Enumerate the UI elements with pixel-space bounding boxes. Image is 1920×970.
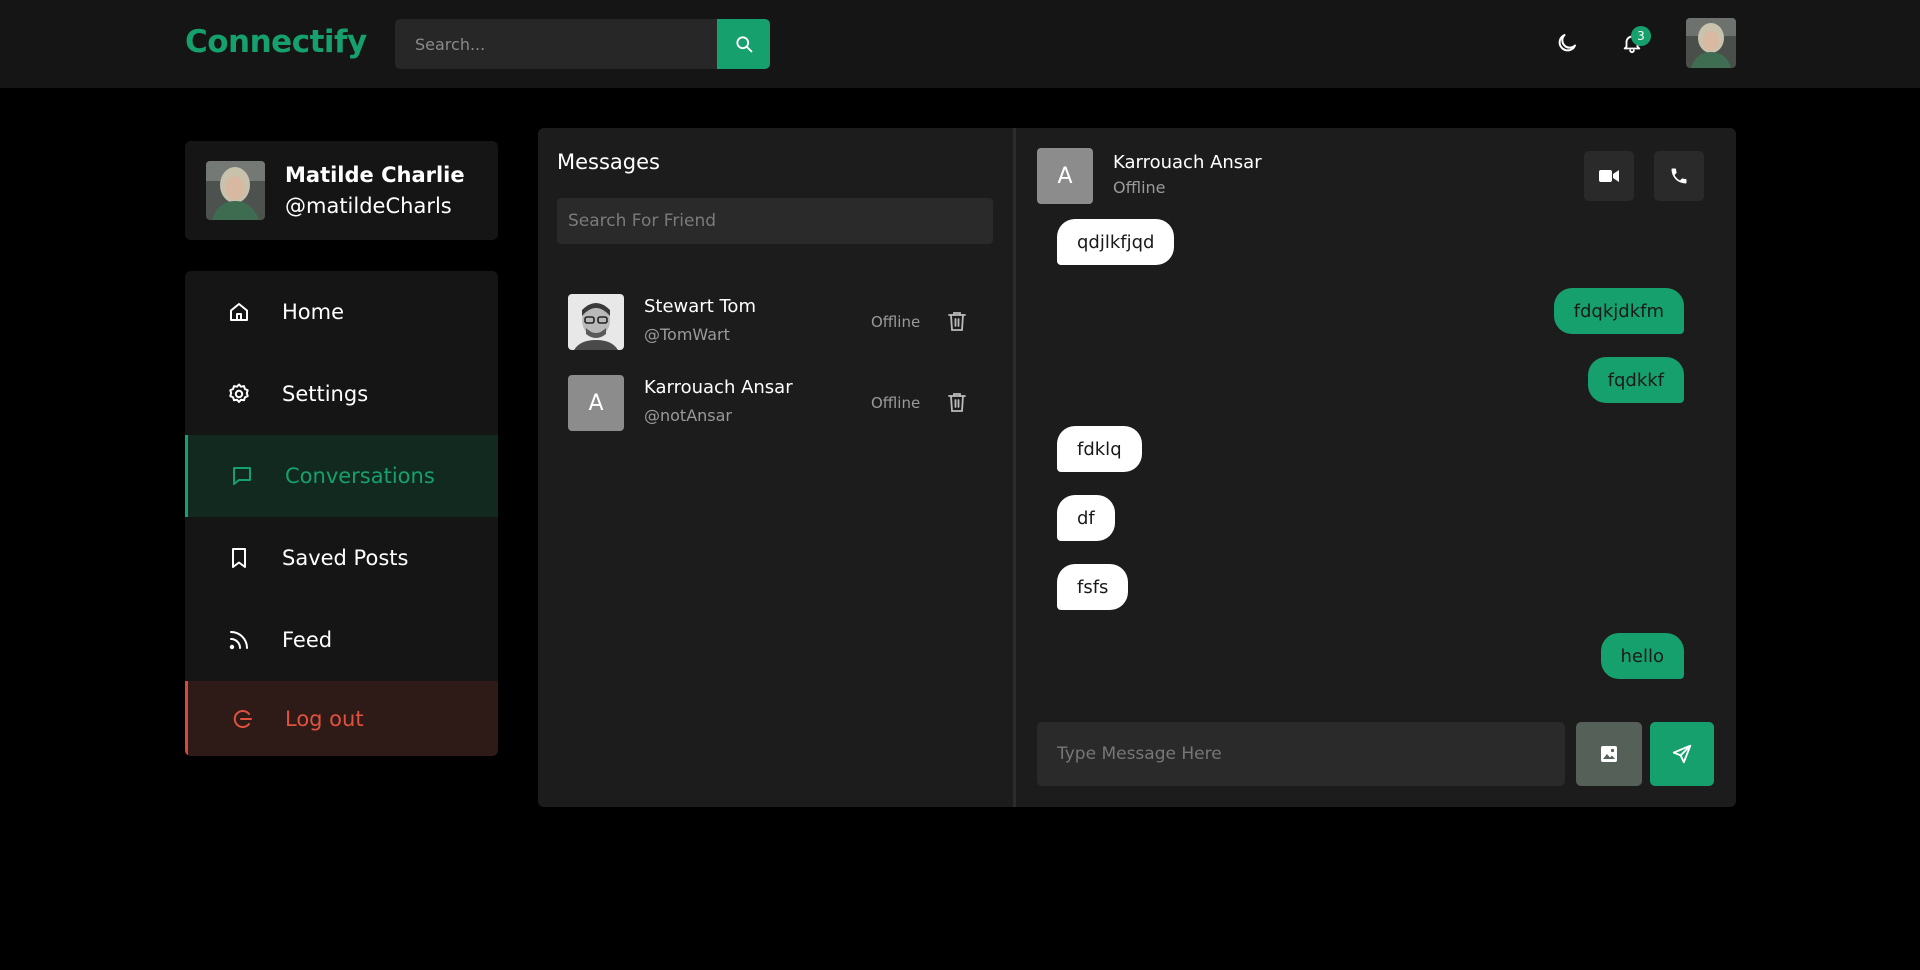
rss-icon [226,627,252,653]
chat-contact-status: Offline [1113,178,1166,197]
sidebar-item-label: Log out [285,706,364,731]
global-search [395,19,770,69]
trash-icon [948,312,966,331]
sidebar-item-saved-posts[interactable]: Saved Posts [185,517,498,599]
friend-name: Karrouach Ansar [644,377,793,398]
messages-panel: Messages Stewart Tom @TomWart Offline A … [538,128,1015,807]
sidebar-item-label: Settings [282,382,369,406]
chat-bubble-icon [229,463,255,489]
sidebar-item-label: Home [282,300,345,324]
message-bubble-outgoing: hello [1600,633,1684,679]
user-avatar[interactable] [1686,18,1736,68]
gear-icon [226,381,252,407]
messages-title: Messages [557,150,660,174]
send-message-button[interactable] [1650,722,1714,786]
sidebar-item-label: Conversations [285,464,435,488]
chat-panel: A Karrouach Ansar Offline qdjlkfjqd fdqk… [1016,128,1736,807]
friend-handle: @notAnsar [644,406,733,425]
image-icon [1601,746,1617,762]
profile-handle: @matildeCharls [285,194,452,218]
friend-avatar: A [568,375,624,431]
message-bubble-incoming: fdklq [1057,426,1142,472]
chat-contact-name: Karrouach Ansar [1113,152,1262,173]
friend-status: Offline [871,394,921,412]
video-camera-icon [1599,170,1619,182]
voice-call-button[interactable] [1654,151,1704,201]
sidebar-menu: Home Settings Conversations Saved Posts … [185,271,498,756]
phone-icon [1671,168,1687,184]
logout-icon [229,706,255,732]
message-input[interactable] [1037,722,1565,786]
sidebar-item-feed[interactable]: Feed [185,599,498,681]
search-icon [735,36,752,53]
app-logo[interactable]: Connectify [185,24,367,60]
sidebar-item-conversations[interactable]: Conversations [185,435,498,517]
moon-icon [1558,34,1576,52]
message-bubble-outgoing: fqdkkf [1587,357,1684,403]
notification-badge: 3 [1631,26,1651,46]
friend-avatar [568,294,624,350]
message-bubble-outgoing: fdqkjdkfm [1553,288,1684,334]
profile-name: Matilde Charlie [285,163,465,187]
message-bubble-incoming: fsfs [1057,564,1129,610]
friend-name: Stewart Tom [644,296,756,317]
sidebar-item-settings[interactable]: Settings [185,353,498,435]
friend-item-karrouach-ansar[interactable]: A Karrouach Ansar @notAnsar Offline [568,375,988,431]
sidebar-item-home[interactable]: Home [185,271,498,353]
trash-icon [948,393,966,412]
friend-item-stewart-tom[interactable]: Stewart Tom @TomWart Offline [568,294,988,350]
theme-toggle-button[interactable] [1552,28,1582,58]
profile-avatar [206,161,265,220]
friend-status: Offline [871,313,921,331]
friend-handle: @TomWart [644,325,730,344]
bookmark-icon [226,545,252,571]
delete-conversation-button[interactable] [946,309,968,333]
attach-image-button[interactable] [1576,722,1642,786]
sidebar-item-label: Saved Posts [282,546,409,570]
sidebar-item-label: Feed [282,628,333,652]
friend-search-input[interactable] [557,198,993,244]
message-bubble-incoming: df [1057,495,1115,541]
message-bubble-incoming: qdjlkfjqd [1057,219,1175,265]
search-input[interactable] [395,19,717,69]
video-call-button[interactable] [1584,151,1634,201]
search-button[interactable] [717,19,770,69]
home-icon [226,299,252,325]
top-navbar: Connectify 3 [0,0,1920,88]
profile-card[interactable]: Matilde Charlie @matildeCharls [185,141,498,240]
delete-conversation-button[interactable] [946,390,968,414]
send-icon [1672,744,1692,764]
sidebar-item-logout[interactable]: Log out [185,681,498,756]
chat-contact-avatar: A [1037,148,1093,204]
